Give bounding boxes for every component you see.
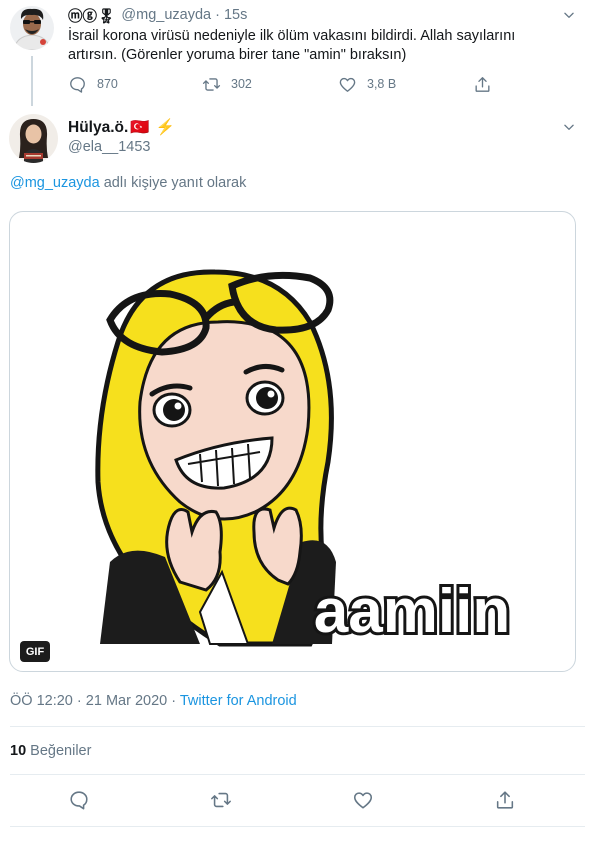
like-button[interactable]: 3,8 B [338,73,396,95]
separator-dot: · [215,7,220,23]
avatar[interactable] [10,6,54,50]
retweet-icon [202,77,221,91]
lightning-icon: ⚡ [155,119,175,136]
avatar[interactable] [9,114,58,163]
replying-to-text: adlı kişiye yanıt olarak [99,175,247,191]
reply-button[interactable] [68,789,90,811]
share-button[interactable] [473,73,492,95]
gif-media[interactable]: aamiin GIF [9,211,576,672]
display-name[interactable]: Hülya.ö. 🇹🇷 ⚡ [68,118,175,137]
turkey-flag-icon: 🇹🇷 [130,119,150,136]
tweet-source[interactable]: Twitter for Android [180,693,297,709]
like-icon [353,792,373,809]
like-count: 3,8 B [367,77,397,91]
tweet-date[interactable]: 21 Mar 2020 [86,693,167,709]
gif-badge: GIF [20,641,50,662]
gif-caption: aamiin [314,577,510,646]
reply-icon [70,791,88,810]
reply-button[interactable]: 870 [68,73,118,95]
likes-stat[interactable]: 10 Beğeniler [10,743,91,759]
separator-dot: · [76,693,82,709]
likes-label: Beğeniler [30,743,92,759]
divider [10,726,585,727]
retweet-icon [211,792,231,808]
tweet-text: İsrail korona virüsü nedeniyle ilk ölüm … [68,28,516,63]
like-total: 10 [10,743,27,759]
display-name-text: Hülya.ö. [68,118,129,136]
divider [10,826,585,827]
tweet-time[interactable]: ÖÖ 12:20 [10,693,73,709]
like-icon [339,77,356,92]
share-icon [475,76,490,92]
user-handle[interactable]: @ela__1453 [68,139,150,155]
parent-tweet-header: ⓜⓖ🎖 @mg_uzayda · 15s [68,5,247,25]
tweet-time[interactable]: 15s [224,7,247,23]
mention-link[interactable]: @mg_uzayda [10,175,100,191]
share-icon [496,791,514,809]
retweet-button[interactable]: 302 [202,73,252,95]
tweet-actions: 870 302 3,8 B [68,73,538,95]
like-button[interactable] [352,789,374,811]
chevron-down-icon[interactable] [562,120,576,134]
gif-image: aamiin [95,269,513,649]
replying-to: @mg_uzayda adlı kişiye yanıt olarak [10,175,246,191]
reply-icon [70,76,85,93]
retweet-button[interactable] [210,789,232,811]
separator-dot: · [171,693,177,709]
chevron-down-icon[interactable] [562,8,576,22]
tweet-timestamp: ÖÖ 12:20 · 21 Mar 2020 · Twitter for And… [10,693,297,709]
divider [10,774,585,775]
parent-tweet: ⓜⓖ🎖 @mg_uzayda · 15s İsrail korona virüs… [0,0,590,108]
share-button[interactable] [494,789,516,811]
thread-line [31,56,33,106]
display-name[interactable]: ⓜⓖ🎖 [68,5,115,26]
retweet-count: 302 [231,77,252,91]
tweet-actions [0,789,590,813]
user-handle[interactable]: @mg_uzayda [121,7,211,23]
reply-count: 870 [97,77,118,91]
